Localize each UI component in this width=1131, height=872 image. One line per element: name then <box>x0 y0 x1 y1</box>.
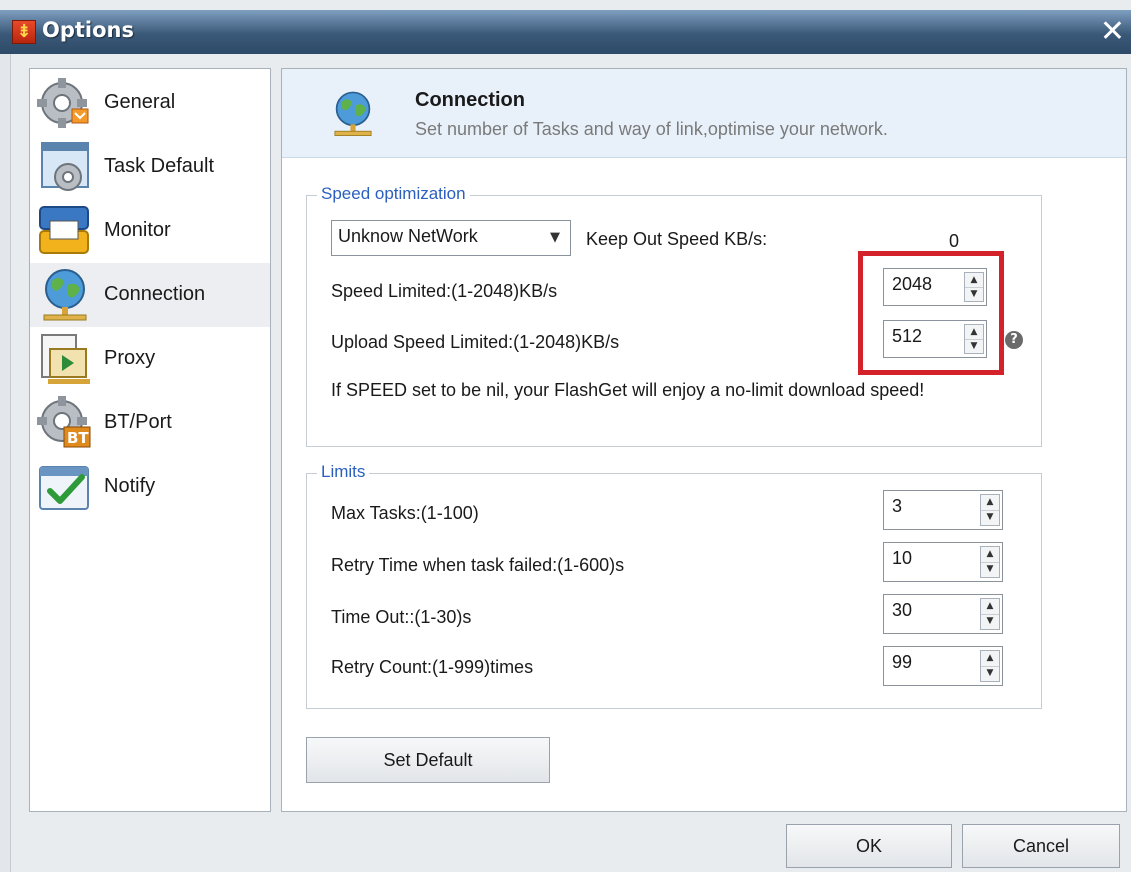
spin-down-icon[interactable]: ▼ <box>981 614 999 629</box>
sidebar-item-label: General <box>104 91 176 113</box>
sidebar-item-notify[interactable]: Notify <box>30 455 270 519</box>
keep-out-speed-label: Keep Out Speed KB/s: <box>586 229 768 249</box>
sidebar-item-connection[interactable]: Connection <box>30 263 270 327</box>
timeout-stepper[interactable]: 30 ▲ ▼ <box>883 594 1003 634</box>
spin-up-icon[interactable]: ▲ <box>965 325 983 340</box>
select-value: Unknow NetWork <box>338 226 478 246</box>
speed-optimization-group: Speed optimization Unknow NetWork ▼ Keep… <box>306 184 1042 447</box>
checkmark-icon <box>39 466 89 510</box>
spin-up-icon[interactable]: ▲ <box>981 651 999 667</box>
sidebar-item-general[interactable]: General <box>30 71 270 135</box>
group-legend: Limits <box>317 462 370 482</box>
title-bar: ⇟ Options ✕ <box>0 10 1131 54</box>
retry-time-label: Retry Time when task failed:(1-600)s <box>331 555 625 575</box>
upload-speed-limited-label: Upload Speed Limited:(1-2048)KB/s <box>331 332 620 352</box>
spin-down-icon[interactable]: ▼ <box>981 562 999 577</box>
sidebar-item-proxy[interactable]: Proxy <box>30 327 270 391</box>
retry-time-stepper[interactable]: 10 ▲ ▼ <box>883 542 1003 582</box>
globe-network-icon <box>334 91 372 136</box>
panel-header: Connection Set number of Tasks and way o… <box>282 69 1126 158</box>
sidebar-item-label: Connection <box>104 283 206 305</box>
globe-network-icon <box>43 269 87 321</box>
page-subtitle: Set number of Tasks and way of link,opti… <box>415 119 888 139</box>
gear-icon <box>37 78 89 128</box>
keep-out-speed-value: 0 <box>949 231 960 251</box>
svg-text:BT: BT <box>67 429 89 447</box>
spin-buttons: ▲ ▼ <box>964 324 984 354</box>
gear-icon <box>41 142 89 191</box>
gear-bt-icon: BT <box>37 396 91 448</box>
max-tasks-label: Max Tasks:(1-100) <box>331 503 479 523</box>
options-window: ⇟ Options ✕ General Task Default Monitor… <box>0 0 1131 872</box>
spin-buttons: ▲ ▼ <box>980 650 1000 682</box>
spin-up-icon[interactable]: ▲ <box>981 495 999 511</box>
spin-up-icon[interactable]: ▲ <box>965 273 983 288</box>
spin-down-icon[interactable]: ▼ <box>965 339 983 353</box>
sidebar-item-monitor[interactable]: Monitor <box>30 199 270 263</box>
sidebar-item-task-default[interactable]: Task Default <box>30 135 270 199</box>
flashget-app-icon: ⇟ <box>12 20 36 44</box>
chevron-down-icon[interactable]: ▼ <box>540 221 570 255</box>
max-tasks-stepper[interactable]: 3 ▲ ▼ <box>883 490 1003 530</box>
spin-down-icon[interactable]: ▼ <box>981 510 999 525</box>
connection-panel: Connection Set number of Tasks and way o… <box>281 68 1127 812</box>
group-legend: Speed optimization <box>317 184 470 204</box>
spin-buttons: ▲ ▼ <box>980 598 1000 630</box>
page-title: Connection <box>415 89 525 111</box>
speed-limited-label: Speed Limited:(1-2048)KB/s <box>331 281 558 301</box>
timeout-label: Time Out::(1-30)s <box>331 607 472 627</box>
spin-buttons: ▲ ▼ <box>964 272 984 302</box>
limits-group: Limits Max Tasks:(1-100) 3 ▲ ▼ Retry Tim… <box>306 462 1042 709</box>
spin-buttons: ▲ ▼ <box>980 494 1000 526</box>
spin-value: 3 <box>892 496 903 516</box>
sidebar-item-label: BT/Port <box>104 411 172 433</box>
spin-value: 30 <box>892 600 913 620</box>
proxy-icon <box>41 334 90 384</box>
help-icon[interactable]: ? <box>1005 331 1023 349</box>
sidebar-item-label: Monitor <box>104 219 171 241</box>
set-default-button[interactable]: Set Default <box>306 737 550 783</box>
cancel-button[interactable]: Cancel <box>962 824 1120 868</box>
ok-button[interactable]: OK <box>786 824 952 868</box>
retry-count-stepper[interactable]: 99 ▲ ▼ <box>883 646 1003 686</box>
sidebar-item-label: Proxy <box>104 347 156 369</box>
spin-value: 10 <box>892 548 913 568</box>
spin-value: 512 <box>892 326 923 346</box>
window-left-edge <box>0 54 11 872</box>
sidebar-item-label: Task Default <box>104 155 215 177</box>
monitor-icon <box>39 206 89 254</box>
spin-value: 2048 <box>892 274 933 294</box>
options-sidebar: General Task Default Monitor Connection … <box>29 68 271 812</box>
speed-note: If SPEED set to be nil, your FlashGet wi… <box>331 380 925 400</box>
upload-speed-limited-stepper[interactable]: 512 ▲ ▼ <box>883 320 987 358</box>
spin-value: 99 <box>892 652 913 672</box>
spin-down-icon[interactable]: ▼ <box>981 666 999 681</box>
close-icon[interactable]: ✕ <box>1100 14 1125 50</box>
spin-down-icon[interactable]: ▼ <box>965 287 983 301</box>
sidebar-item-bt-port[interactable]: BT BT/Port <box>30 391 270 455</box>
speed-limited-stepper[interactable]: 2048 ▲ ▼ <box>883 268 987 306</box>
network-type-select[interactable]: Unknow NetWork ▼ <box>331 220 571 256</box>
spin-up-icon[interactable]: ▲ <box>981 547 999 563</box>
spin-buttons: ▲ ▼ <box>980 546 1000 578</box>
sidebar-item-label: Notify <box>104 475 156 497</box>
spin-up-icon[interactable]: ▲ <box>981 599 999 615</box>
retry-count-label: Retry Count:(1-999)times <box>331 657 534 677</box>
window-title: Options <box>42 18 134 42</box>
